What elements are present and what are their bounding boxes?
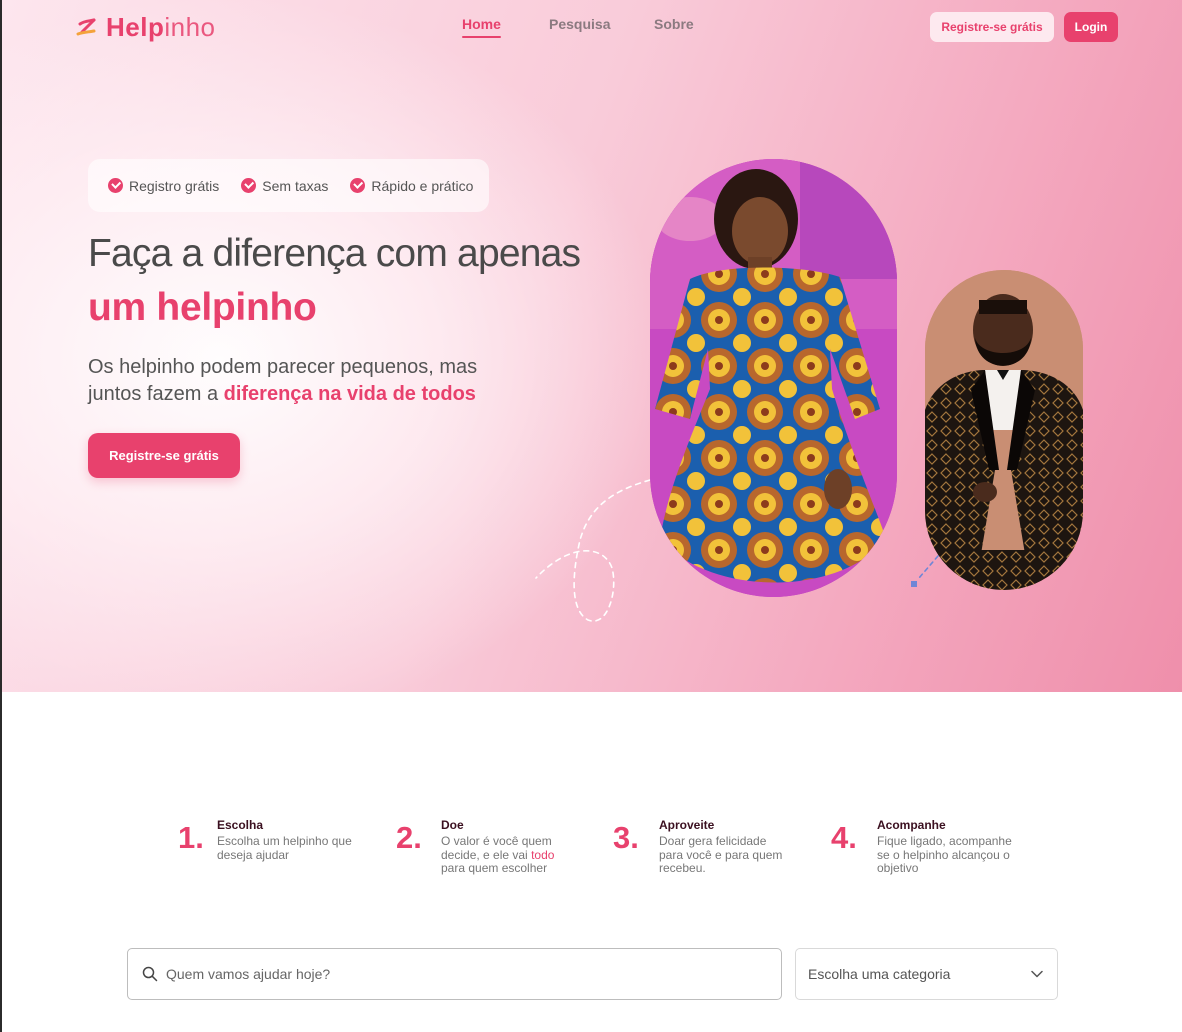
dashed-swirl-decoration: [535, 479, 651, 622]
woman-portrait-photo: [650, 159, 897, 597]
search-icon: [142, 966, 158, 982]
step-description: O valor é você quem decide, e ele vai to…: [441, 834, 555, 875]
step-title: Acompanhe: [877, 818, 946, 832]
step-title: Doe: [441, 818, 464, 832]
nav-sobre[interactable]: Sobre: [654, 16, 694, 32]
man-portrait-photo: [925, 270, 1083, 590]
login-button[interactable]: Login: [1064, 12, 1118, 42]
register-button-hero[interactable]: Registre-se grátis: [88, 433, 240, 478]
brand-name: Helpinho: [106, 12, 216, 42]
perk-item: Rápido e prático: [350, 178, 473, 194]
step-number: 2.: [396, 820, 422, 855]
register-button-header[interactable]: Registre-se grátis: [930, 12, 1054, 42]
step-description: Fique ligado, acompanhe se o helpinho alc…: [877, 834, 1012, 875]
perks-pill: Registro grátis Sem taxas Rápido e práti…: [88, 159, 489, 212]
perk-label: Rápido e prático: [371, 177, 474, 194]
hero-subtitle-emphasis: diferença na vida de todos: [223, 383, 476, 405]
nav-pesquisa[interactable]: Pesquisa: [549, 16, 610, 32]
hero-section: Helpinho Home Pesquisa Sobre Registre-se…: [0, 0, 1182, 692]
hero-subtitle: Os helpinho podem parecer pequenos, mas …: [88, 356, 478, 405]
check-circle-icon: [108, 178, 123, 193]
chevron-down-icon: [1031, 970, 1043, 978]
step-description: Doar gera felicidade para você e para que…: [659, 834, 783, 875]
nav-home[interactable]: Home: [462, 16, 501, 38]
left-edge-rule: [0, 0, 2, 1032]
step-description: Escolha um helpinho que deseja ajudar: [217, 834, 352, 862]
step-number: 1.: [178, 820, 204, 855]
perk-item: Sem taxas: [241, 178, 328, 194]
step-title: Aproveite: [659, 818, 715, 832]
helping-hand-logo-icon: [76, 18, 96, 35]
check-circle-icon: [241, 178, 257, 193]
perk-item: Registro grátis: [108, 178, 219, 194]
logo[interactable]: Helpinho: [76, 12, 216, 43]
hero-headline: Faça a diferença com apenas: [88, 232, 581, 275]
check-circle-icon: [350, 178, 366, 193]
step-number: 3.: [613, 820, 639, 855]
perk-label: Sem taxas: [262, 177, 329, 194]
perk-label: Registro grátis: [129, 177, 220, 194]
category-select-value: Escolha uma categoria: [808, 966, 951, 982]
search-input[interactable]: [166, 966, 746, 982]
step-number: 4.: [831, 820, 857, 855]
hero-headline-emphasis: um helpinho: [88, 286, 317, 329]
category-select[interactable]: Escolha uma categoria: [795, 948, 1058, 1000]
search-box[interactable]: [127, 948, 782, 1000]
step-title: Escolha: [217, 818, 264, 832]
